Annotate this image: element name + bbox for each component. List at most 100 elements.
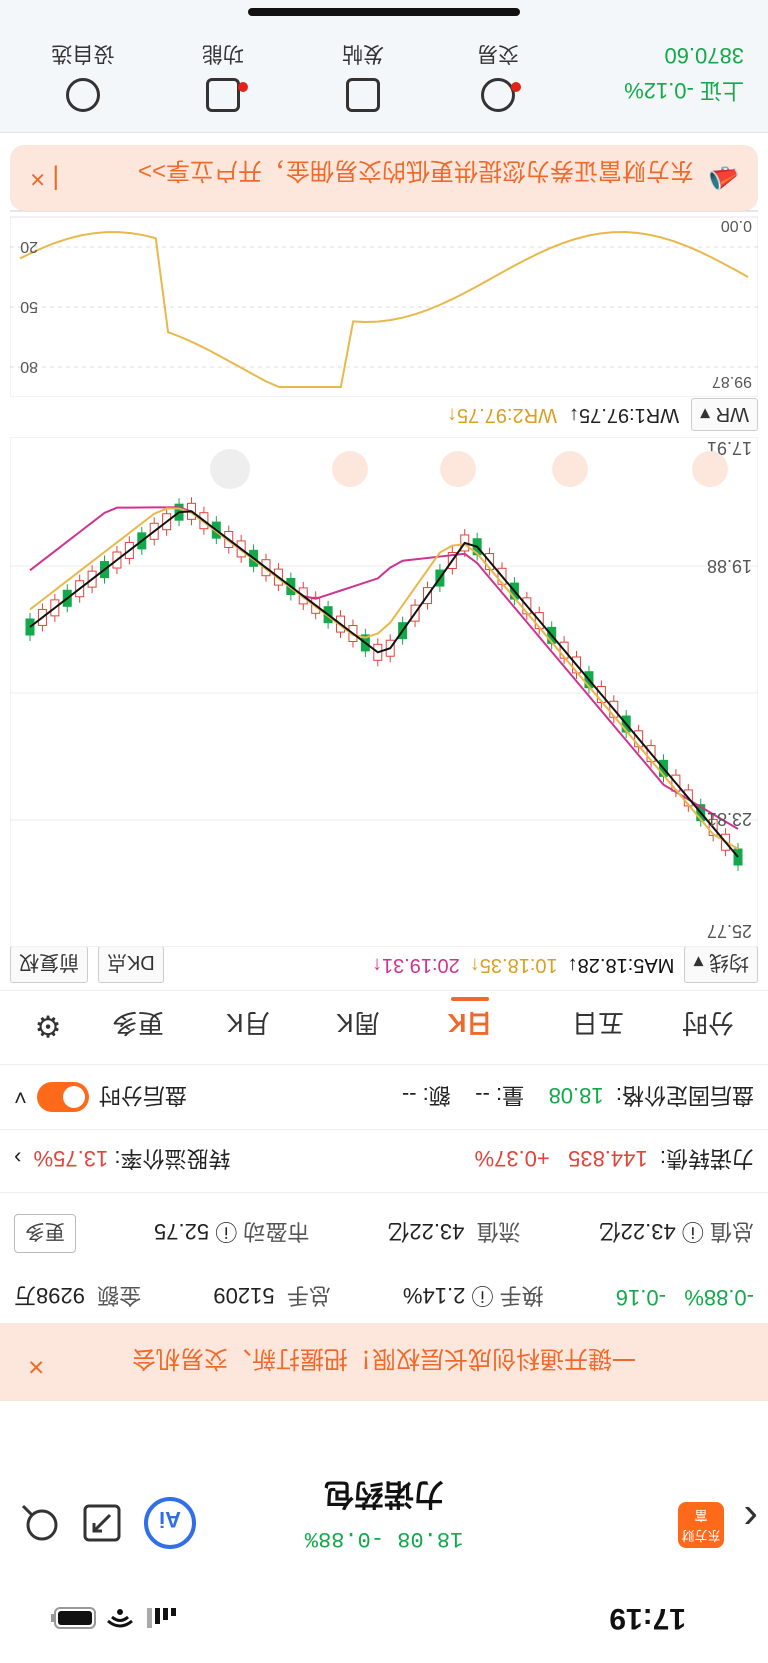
tab-five-day[interactable]: 五日 [558, 1006, 638, 1043]
convertible-premium: 转股溢价率: 13.75% › [14, 1144, 230, 1176]
stat-amount: 金额 9298万 [14, 1281, 141, 1313]
account-ad-banner[interactable]: 📣 东方财富证券为您提供更低的交易佣金，开户立享>> | × [10, 145, 758, 211]
close-icon[interactable]: × [28, 1351, 44, 1383]
quote-stats: -0.88% -0.16 换手 ⓘ 2.14% 总手 51209 金额 9298… [0, 1193, 768, 1323]
stat-float-value: 43.22亿 [387, 1219, 465, 1245]
tab-intraday[interactable]: 分时 [668, 1006, 748, 1043]
nav-post[interactable]: 发帖 [308, 40, 418, 112]
functions-badge [238, 82, 248, 92]
kline-tabs: 分时 五日 日K 周K 月K 更多 ⚙ [0, 990, 768, 1063]
stat-turnover-label: 换手 [499, 1283, 544, 1308]
adjust-button[interactable]: 前复权 [10, 946, 88, 983]
next-icon[interactable] [332, 451, 368, 487]
indicator-select[interactable]: 均线 ▾ [684, 946, 758, 983]
after-hours-toggle[interactable] [36, 1082, 89, 1112]
status-bar: 17:19 [0, 1573, 768, 1663]
ma-values: 均线 ▾ MA5:18.28↓ 10:18.35↑ 20:19.31↑ [372, 946, 758, 983]
nav-trade-label: 交易 [477, 42, 519, 65]
search-icon[interactable] [20, 1503, 60, 1543]
chevron-down-icon[interactable]: ˅ [14, 1084, 27, 1110]
stats-row-1: -0.88% -0.16 换手 ⓘ 2.14% 总手 51209 金额 9298… [14, 1281, 754, 1313]
index-ticker[interactable]: 上证 -0.12% 3870.60 [624, 42, 744, 108]
after-hours-vol: -- [475, 1083, 490, 1108]
convertible-info: 力诺转债: 144.835 +0.37% [475, 1144, 754, 1176]
after-hours-info: 盘后固定价格: 18.08 量: -- 额: -- [402, 1081, 754, 1113]
wifi-icon [107, 1609, 133, 1628]
nav-add-watchlist-label: 设自选 [51, 42, 115, 65]
index-label: 上证 -0.12% [624, 78, 744, 103]
bottom-nav: 上证 -0.12% 3870.60 交易 发帖 功能 设自选 [0, 0, 768, 133]
kline-chart[interactable]: 25.77 23.81 19.88 17.91 [10, 437, 758, 947]
stat-mktcap-value: 43.22亿 [598, 1219, 676, 1245]
y-label-2: 23.81 [707, 809, 752, 829]
nav-trade[interactable]: 交易 [443, 40, 553, 112]
after-hours-toggle-label: 盘后分时 [98, 1083, 187, 1108]
after-hours-label: 盘后固定价格: [615, 1083, 754, 1108]
tab-more[interactable]: 更多 [98, 1006, 178, 1043]
convertible-row[interactable]: 力诺转债: 144.835 +0.37% 转股溢价率: 13.75% › [0, 1129, 768, 1193]
stat-float-label: 流值 [476, 1219, 521, 1245]
grid-icon [206, 78, 240, 112]
stat-pe: 市盈动 ⓘ 52.75 [154, 1219, 310, 1245]
after-hours-price: 18.08 [548, 1083, 604, 1108]
stat-pe-label: 市盈动 [243, 1219, 310, 1245]
nav-add-watchlist[interactable]: 设自选 [28, 40, 138, 112]
zoom-in-icon[interactable] [440, 451, 476, 487]
status-time: 17:19 [609, 1602, 686, 1635]
stat-volume-value: 51209 [213, 1283, 275, 1308]
wr-y-50: 50 [20, 298, 38, 315]
after-hours-toggle-group: 盘后分时 ˅ [14, 1081, 187, 1113]
nav-post-label: 发帖 [342, 42, 384, 65]
y-label-top: 25.77 [707, 921, 752, 941]
promo-text: 一键开通科创成长层权限！把握打新、交易机会 [132, 1345, 636, 1372]
close-ad-icon[interactable]: | × [30, 164, 59, 195]
prev-icon[interactable] [210, 449, 250, 489]
screen-root: 17:19 ‹ 东方财富 力诺药包 18.08 -0.88% Ai 一键开通科创… [0, 0, 768, 1663]
stat-turnover: 换手 ⓘ 2.14% [402, 1283, 544, 1308]
after-hours-row: 盘后固定价格: 18.08 量: -- 额: -- 盘后分时 ˅ [0, 1064, 768, 1131]
stat-mktcap-label: 总值 [709, 1219, 754, 1245]
wr1-value: WR1:97.75↓ [569, 404, 680, 426]
ai-assistant-button[interactable]: Ai [144, 1497, 196, 1549]
ma10-value: 10:18.35↑ [469, 954, 558, 976]
after-hours-vol-label: 量: [496, 1083, 525, 1108]
tab-weekly-k[interactable]: 周K [318, 1006, 398, 1043]
wr-select[interactable]: WR ▾ [691, 398, 758, 431]
home-indicator [248, 8, 520, 16]
stock-change-pct: -0.88% [304, 1526, 384, 1551]
convertible-premium-label: 转股溢价率: [114, 1146, 231, 1171]
nav-functions[interactable]: 功能 [168, 40, 278, 112]
wr-y-20: 20 [20, 238, 38, 255]
tab-daily-k[interactable]: 日K [430, 1006, 510, 1043]
ma5-value: MA5:18.28↓ [567, 954, 675, 976]
status-icons [50, 1607, 176, 1629]
stats-row-2: 总值 ⓘ 43.22亿 流值 43.22亿 市盈动 ⓘ 52.75 更多 [14, 1214, 754, 1253]
header-actions: Ai [20, 1497, 196, 1549]
edit-icon [346, 78, 380, 112]
ma-bar: 均线 ▾ MA5:18.28↓ 10:18.35↑ 20:19.31↑ DK点 … [0, 946, 768, 989]
promo-banner[interactable]: 一键开通科创成长层权限！把握打新、交易机会 × [0, 1323, 768, 1401]
index-value: 3870.60 [664, 43, 744, 68]
indicator-select-label: 均线 [709, 951, 749, 973]
chart-options: DK点 前复权 [10, 946, 164, 983]
convertible-price: 144.835 [568, 1146, 648, 1171]
more-button[interactable]: 更多 [14, 1214, 77, 1253]
stat-change: -0.16 [615, 1285, 666, 1310]
dk-point-button[interactable]: DK点 [98, 946, 164, 983]
wr-select-label: WR [715, 403, 749, 425]
trade-icon [481, 78, 515, 112]
stat-change-pct: -0.88% [684, 1285, 754, 1310]
expand-icon[interactable] [82, 1503, 122, 1543]
wr-y-bottom: 0.00 [721, 217, 752, 234]
stock-price: 18.08 [397, 1526, 464, 1551]
tab-monthly-k[interactable]: 月K [208, 1006, 288, 1043]
zoom-out-icon[interactable] [552, 451, 588, 487]
account-ad-text: 东方财富证券为您提供更低的交易佣金，开户立享>> [137, 157, 694, 184]
double-chevron-icon[interactable] [692, 451, 728, 487]
nav-functions-label: 功能 [202, 42, 244, 65]
stat-amount-label: 金额 [97, 1283, 142, 1308]
settings-icon[interactable]: ⚙ [18, 1008, 78, 1043]
wr-chart: 99.87 80 50 20 0.00 20250618 20250716 20… [10, 197, 758, 397]
stat-volume-label: 总手 [286, 1283, 331, 1308]
stock-header: ‹ 东方财富 力诺药包 18.08 -0.88% Ai [0, 1433, 768, 1573]
